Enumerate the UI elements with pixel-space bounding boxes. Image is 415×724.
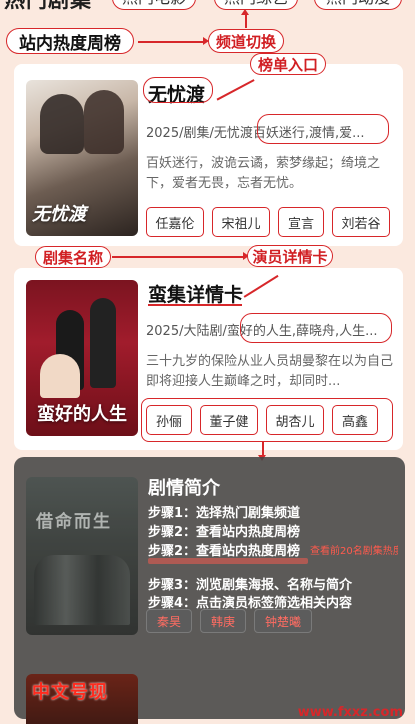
show-title-2[interactable]: 蛮集详情卡 [148,280,243,307]
callout-actor-card: 演员详情卡 [247,245,333,267]
poster-figure [84,90,124,154]
step-line: 步骤2：查看站内热度周榜 [148,544,301,559]
intro-title: 剧情简介 [148,478,220,499]
show-synopsis-2: 三十九岁的保险从业人员胡曼黎在以为自己即将迎接人生巅峰之时，却同时... [146,354,394,389]
show-synopsis-1: 百妖迷行，波诡云谲，萦梦缘起；绮境之下，爱者无畏，忘者无忧。 [146,156,381,191]
show-poster-2[interactable]: 蛮好的人生 [26,280,138,436]
poster-figure [40,354,80,398]
actor-tag[interactable]: 宣言 [278,207,324,237]
step-line: 步骤1：选择热门剧集频道 [148,506,301,521]
step-note-line [148,558,308,564]
callout-rank-entry: 榜单入口 [250,53,326,75]
actor-tag[interactable]: 韩庚 [200,609,246,633]
arrow-right [112,253,249,259]
watermark: www.fxxz.com [297,705,403,720]
callout-hot-rank: 站内热度周榜 [6,28,134,54]
poster-figure [40,94,84,154]
actor-tag[interactable]: 胡杏儿 [266,405,324,435]
tab-hot-variety[interactable]: 热门综艺 [214,0,298,10]
meta-prefix: 2025/剧集/无忧渡 [146,126,253,141]
arrow-up [242,9,248,28]
highlight-ring-title [143,77,213,103]
app-page: 热门剧集 热门电影 热门综艺 热门动漫 站内热度周榜 频道切换 无忧渡 榜单入口… [0,0,415,724]
step-line: 步骤2：查看站内热度周榜 [148,525,301,540]
callout-channel-switch: 频道切换 [208,29,284,53]
actor-tag[interactable]: 宋祖儿 [212,207,270,237]
poster-title: 中文号现 [32,682,108,703]
poster-title: 蛮好的人生 [37,404,127,425]
actor-tag[interactable]: 秦昊 [146,609,192,633]
tab-hot-series[interactable]: 热门剧集 [4,0,92,14]
poster-title: 借命而生 [36,512,112,532]
actor-tag[interactable]: 钟楚曦 [254,609,312,633]
highlight-ring-tags [257,114,389,144]
actor-tag[interactable]: 刘若谷 [332,207,390,237]
poster-figure [90,298,116,388]
underline [148,304,242,306]
channel-tabs: 热门剧集 热门电影 热门综艺 热门动漫 [0,0,415,16]
meta-prefix: 2025/大陆剧/蛮 [146,324,240,339]
intro-poster[interactable]: 借命而生 [26,477,138,635]
actor-tag[interactable]: 董子健 [200,405,258,435]
step-line: 步骤3：浏览剧集海报、名称与简介 [148,578,353,593]
arrow-right [138,38,209,44]
tab-hot-movies[interactable]: 热门电影 [112,0,196,10]
poster-title: 无忧渡 [32,204,86,225]
tab-hot-anime[interactable]: 热门动漫 [314,0,402,10]
arrow-down [259,442,265,461]
callout-show-name: 剧集名称 [35,246,111,268]
poster-figures [34,555,130,625]
actor-tag[interactable]: 高鑫 [332,405,378,435]
show-poster-1[interactable]: 无忧渡 [26,80,138,236]
actor-tag[interactable]: 孙俪 [146,405,192,435]
highlight-ring-tags [240,313,392,343]
actor-tag[interactable]: 任嘉伦 [146,207,204,237]
bottom-poster[interactable]: 中文号现 [26,674,138,724]
step-note: 查看前20名剧集热度排行 [310,546,398,557]
